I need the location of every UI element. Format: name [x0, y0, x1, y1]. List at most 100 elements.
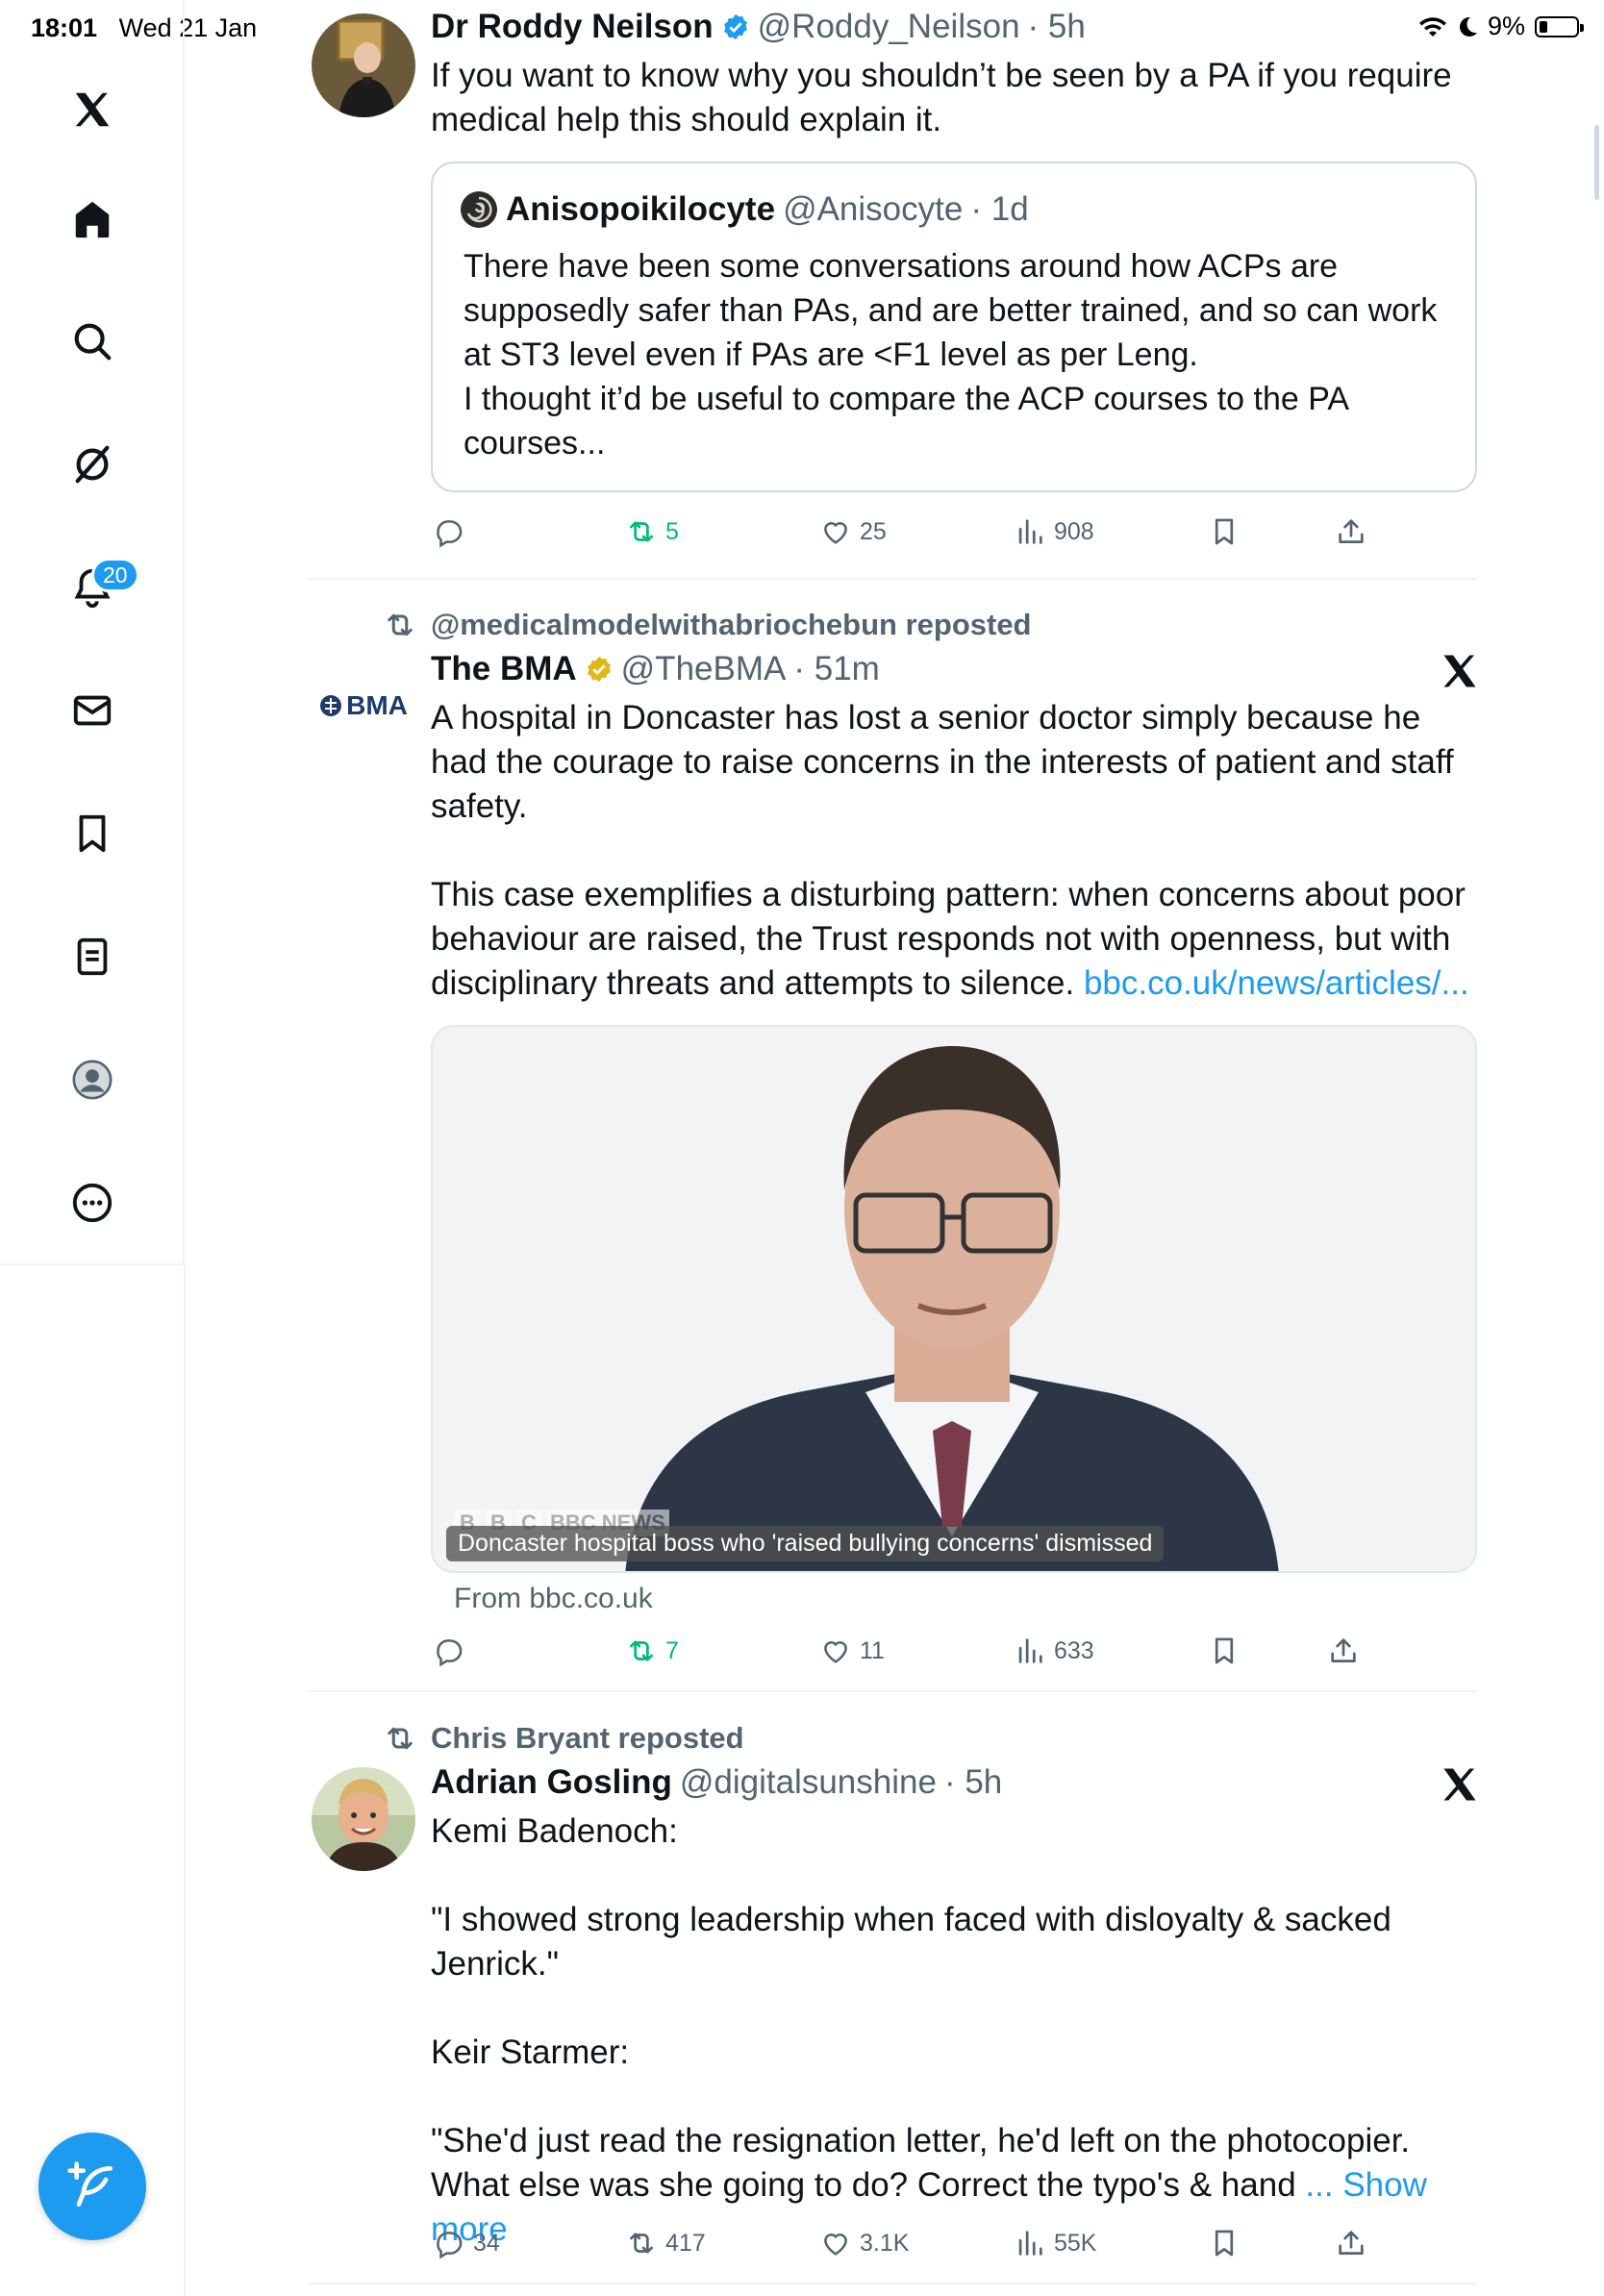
- reply-icon: [437, 2232, 463, 2259]
- avatar-text: BMA: [346, 690, 408, 720]
- moon-icon: [1460, 16, 1477, 37]
- tweet-divider: [308, 2283, 1477, 2284]
- status-icons: 9%: [1418, 12, 1584, 41]
- views-count: 633: [1054, 1636, 1094, 1664]
- link-card-image[interactable]: B B C BBC NEWS Doncaster hospital boss who …: [431, 1025, 1477, 1573]
- author-name[interactable]: Dr Roddy Neilson: [431, 8, 714, 46]
- avatar[interactable]: [312, 1767, 415, 1871]
- gold-verified-badge-icon: [587, 656, 611, 683]
- quote-author-handle[interactable]: @Anisocyte: [783, 190, 963, 229]
- bookmark-button[interactable]: [1208, 2227, 1241, 2259]
- bookmark-button[interactable]: [1208, 515, 1241, 548]
- heart-icon: [824, 1641, 847, 1663]
- mail-icon[interactable]: [46, 664, 138, 757]
- repost-count: 417: [665, 2229, 706, 2257]
- views-button[interactable]: 908: [1014, 515, 1094, 548]
- views-button[interactable]: 55K: [1014, 2227, 1096, 2259]
- bma-logo-icon: [320, 695, 342, 716]
- post-time: · 5h: [1027, 8, 1086, 45]
- tweet-divider: [308, 1690, 1477, 1692]
- bookmark-icon: [1215, 2230, 1234, 2257]
- repost-icon: [630, 2233, 653, 2254]
- author-name[interactable]: The BMA: [431, 650, 577, 688]
- author-name[interactable]: Adrian Gosling: [431, 1763, 672, 1802]
- link-source[interactable]: From bbc.co.uk: [454, 1583, 653, 1615]
- quote-tweet[interactable]: Anisopoikilocyte @Anisocyte · 1d There h…: [431, 162, 1477, 492]
- heart-icon: [824, 2234, 847, 2256]
- link-card-title: Doncaster hospital boss who 'raised bull…: [446, 1526, 1165, 1561]
- views-icon: [1018, 2231, 1042, 2256]
- home-icon[interactable]: [46, 173, 138, 265]
- author-handle[interactable]: @Roddy_Neilson: [758, 8, 1020, 46]
- compose-post-button[interactable]: [38, 2133, 146, 2240]
- article-link[interactable]: bbc.co.uk/news/articles/...: [1084, 964, 1469, 1002]
- bookmark-icon: [1215, 1637, 1234, 1664]
- reply-button[interactable]: 34: [433, 2227, 500, 2259]
- repost-button[interactable]: 7: [625, 1635, 679, 1667]
- post-time: · 51m: [793, 650, 880, 687]
- bookmark-button[interactable]: [1208, 1635, 1241, 1667]
- tweet-text: A hospital in Doncaster has lost a senio…: [431, 699, 1469, 1002]
- quote-avatar: [461, 191, 497, 228]
- views-button[interactable]: 633: [1014, 1635, 1094, 1667]
- quote-author-name[interactable]: Anisopoikilocyte: [506, 190, 775, 229]
- tweet-text: Kemi Badenoch: "I showed strong leadersh…: [431, 1812, 1437, 2248]
- quote-text: There have been some conversations aroun…: [464, 248, 1438, 462]
- like-count: 25: [860, 517, 887, 545]
- share-icon: [1331, 1638, 1356, 1662]
- lists-icon[interactable]: [46, 911, 138, 1003]
- x-logo-icon: [1443, 655, 1476, 687]
- like-button[interactable]: 25: [819, 515, 887, 548]
- avatar[interactable]: [312, 13, 415, 117]
- reply-button[interactable]: [433, 1635, 473, 1667]
- x-logo-icon: [1443, 1768, 1476, 1801]
- reply-button[interactable]: [433, 515, 473, 548]
- verified-badge-icon: [723, 13, 747, 40]
- views-icon: [1018, 519, 1042, 544]
- repost-icon: [630, 1640, 653, 1661]
- repost-button[interactable]: 5: [625, 515, 679, 548]
- repost-indicator-icon: [388, 613, 413, 636]
- author-handle[interactable]: @TheBMA: [621, 650, 787, 688]
- bookmark-icon[interactable]: [46, 787, 138, 880]
- share-button[interactable]: [1327, 1635, 1360, 1667]
- news-photo: [433, 1027, 1475, 1571]
- like-count: 3.1K: [860, 2229, 910, 2257]
- views-count: 55K: [1054, 2229, 1097, 2257]
- like-count: 11: [860, 1636, 885, 1664]
- repost-count: 7: [665, 1636, 679, 1664]
- repost-count: 5: [665, 517, 679, 545]
- scrollbar-thumb[interactable]: [1594, 125, 1599, 200]
- tweet-header: Adrian Gosling @digitalsunshine · 5h: [431, 1763, 1002, 1802]
- x-logo-icon[interactable]: [46, 63, 138, 156]
- heart-icon: [824, 522, 847, 544]
- like-button[interactable]: 11: [819, 1635, 885, 1667]
- author-handle[interactable]: @digitalsunshine: [680, 1763, 937, 1802]
- repost-icon: [630, 521, 653, 542]
- quote-time: · 1d: [970, 190, 1029, 228]
- search-icon[interactable]: [46, 295, 138, 387]
- views-count: 908: [1054, 517, 1094, 545]
- share-button[interactable]: [1335, 2227, 1367, 2259]
- grok-icon[interactable]: [46, 418, 138, 511]
- profile-icon[interactable]: [46, 1034, 138, 1126]
- share-icon: [1339, 2231, 1364, 2255]
- share-button[interactable]: [1335, 515, 1367, 548]
- repost-indicator-icon: [388, 1727, 413, 1750]
- tweet-text: If you want to know why you shouldn’t be…: [431, 57, 1462, 138]
- battery-icon: [1535, 15, 1584, 37]
- reposted-by[interactable]: @medicalmodelwithabriochebun reposted: [431, 608, 1032, 642]
- more-icon[interactable]: [46, 1157, 138, 1249]
- feather-plus-icon: [67, 2161, 113, 2207]
- reply-count: 34: [473, 2229, 500, 2257]
- like-button[interactable]: 3.1K: [819, 2227, 909, 2259]
- tweet-header: The BMA @TheBMA · 51m: [431, 650, 880, 688]
- post-time: · 5h: [943, 1763, 1003, 1801]
- sidebar-divider: [184, 1265, 186, 2296]
- repost-button[interactable]: 417: [625, 2227, 706, 2259]
- reposted-by[interactable]: Chris Bryant reposted: [431, 1721, 744, 1756]
- quote-header: Anisopoikilocyte @Anisocyte · 1d: [460, 190, 1029, 229]
- avatar[interactable]: BMA: [312, 654, 415, 758]
- battery-percent: 9%: [1487, 12, 1525, 40]
- views-icon: [1018, 1638, 1042, 1663]
